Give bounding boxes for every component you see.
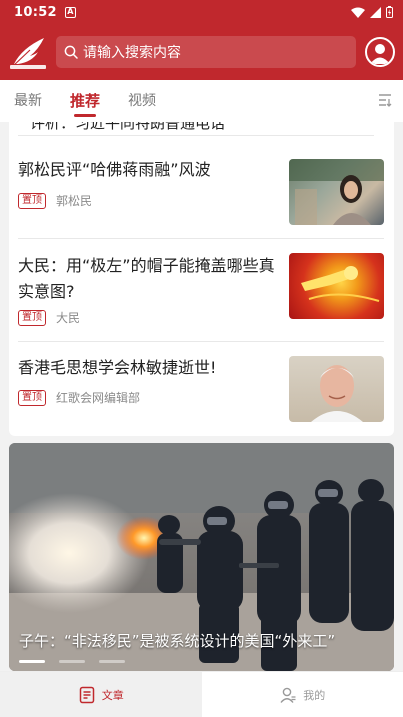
article-meta: 置顶 郭松民 — [18, 192, 92, 209]
nav-mine-label: 我的 — [303, 688, 326, 702]
document-icon — [79, 686, 94, 703]
list-item[interactable]: 郭松民评“哈佛蒋雨融”风波 置顶 郭松民 — [18, 146, 384, 239]
article-thumbnail — [289, 159, 384, 225]
tab-menu-icon[interactable] — [377, 92, 393, 111]
app-header: 请输入搜索内容 — [0, 24, 403, 80]
tab-recommended[interactable]: 推荐 — [70, 80, 100, 122]
featured-banner[interactable]: 子午：“非法移民”是被系统设计的美国“外来工” — [9, 443, 394, 671]
carousel-dot[interactable] — [99, 660, 125, 663]
banner-caption: 子午：“非法移民”是被系统设计的美国“外来工” — [19, 632, 336, 650]
article-meta: 置顶 红歌会网编辑部 — [18, 389, 140, 406]
nav-mine[interactable]: 我的 — [202, 672, 403, 717]
article-thumbnail — [289, 356, 384, 422]
app-logo — [8, 34, 50, 70]
category-tabs: 最新 推荐 视频 — [0, 80, 403, 122]
status-bar: 10:52 A — [0, 0, 403, 24]
pinned-badge: 置顶 — [18, 192, 46, 209]
status-time: 10:52 — [14, 4, 57, 20]
article-feed: 评析：习近平同特朗普通电话 郭松民评“哈佛蒋雨融”风波 置顶 郭松民 大民：用“… — [9, 122, 394, 436]
article-author: 大民 — [56, 311, 81, 325]
nav-articles[interactable]: 文章 — [0, 672, 202, 717]
article-thumbnail — [289, 253, 384, 319]
feather-logo-icon — [10, 38, 46, 69]
article-meta: 置顶 大民 — [18, 309, 80, 326]
carousel-indicator — [19, 660, 125, 663]
status-icons — [351, 6, 393, 18]
search-icon — [64, 45, 78, 59]
list-item[interactable]: 评析：习近平同特朗普通电话 — [18, 122, 374, 136]
article-author: 郭松民 — [56, 194, 93, 208]
bottom-navigation: 文章 我的 — [0, 671, 403, 717]
list-item[interactable]: 香港毛思想学会林敏捷逝世! 置顶 红歌会网编辑部 — [18, 342, 384, 436]
nav-articles-label: 文章 — [101, 688, 124, 702]
pinned-badge: 置顶 — [18, 309, 46, 326]
battery-icon — [386, 6, 393, 18]
article-title: 评析：习近平同特朗普通电话 — [30, 122, 226, 132]
user-avatar-button[interactable] — [365, 37, 395, 67]
article-title: 香港毛思想学会林敏捷逝世! — [18, 358, 217, 377]
person-icon — [280, 687, 296, 703]
article-title: 郭松民评“哈佛蒋雨融”风波 — [18, 160, 211, 179]
notification-icon: A — [64, 6, 76, 18]
search-bar[interactable]: 请输入搜索内容 — [56, 36, 356, 68]
search-placeholder: 请输入搜索内容 — [83, 45, 181, 61]
article-author: 红歌会网编辑部 — [56, 391, 141, 405]
carousel-dot[interactable] — [59, 660, 85, 663]
list-item[interactable]: 大民：用“极左”的帽子能掩盖哪些真实意图? 置顶 大民 — [18, 239, 384, 342]
wifi-icon — [351, 7, 365, 18]
user-icon — [370, 44, 390, 64]
article-title: 大民：用“极左”的帽子能掩盖哪些真实意图? — [18, 256, 275, 301]
tab-video[interactable]: 视频 — [128, 80, 156, 122]
tab-latest[interactable]: 最新 — [14, 80, 42, 122]
signal-icon — [370, 6, 381, 18]
pinned-badge: 置顶 — [18, 389, 46, 406]
carousel-dot[interactable] — [19, 660, 45, 663]
